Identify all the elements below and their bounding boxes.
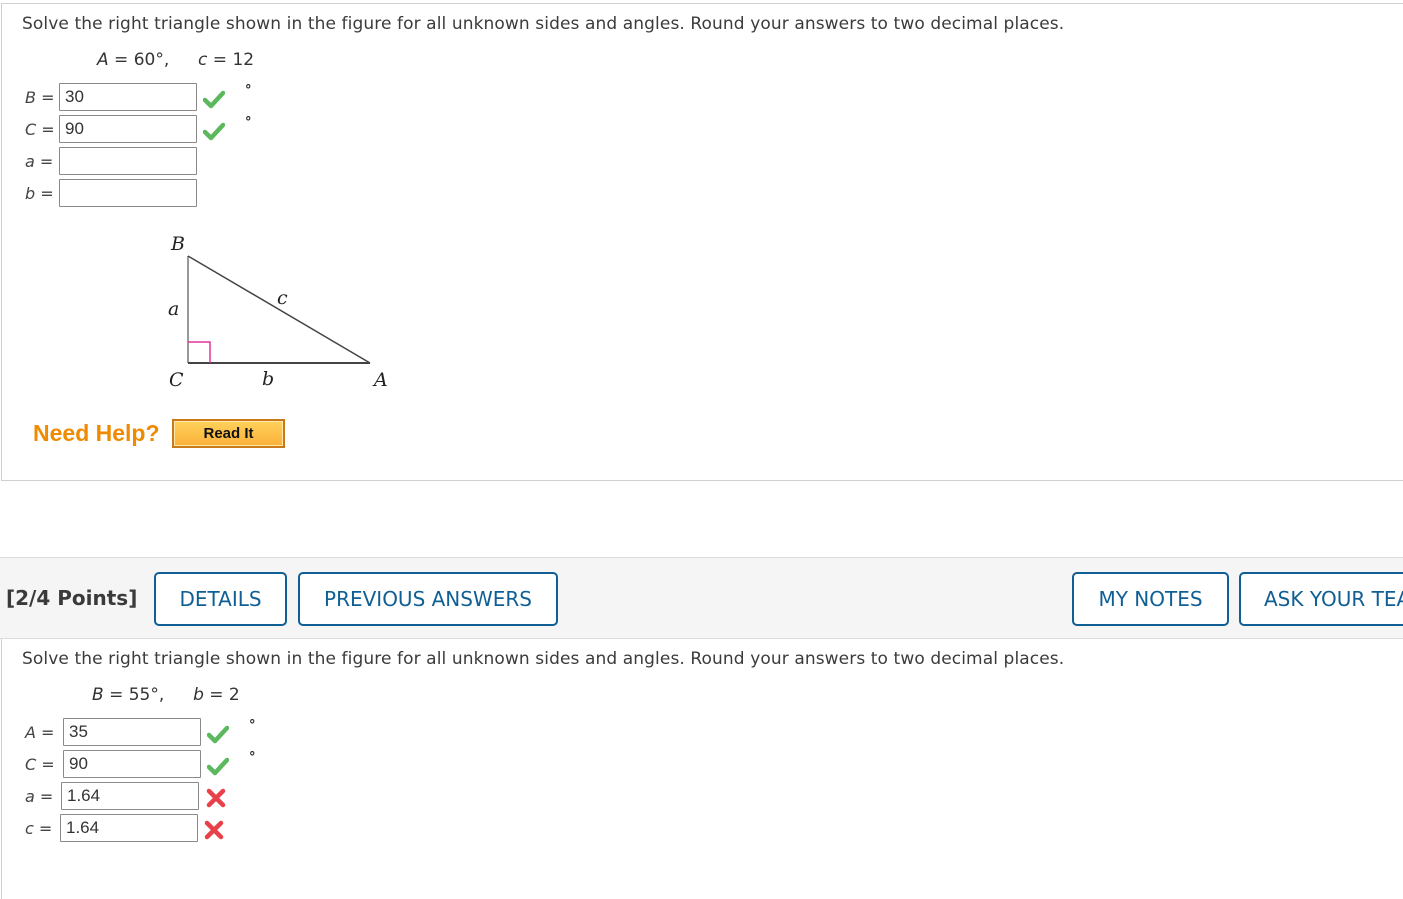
vertex-B-label: B (170, 233, 185, 255)
q1-input-b[interactable] (59, 179, 197, 207)
points-label: [2/4 Points] (6, 586, 138, 610)
q2-input-c[interactable]: 1.64 (60, 814, 198, 842)
question-1-given: A = 60°, c = 12 (97, 50, 255, 70)
vertex-A-label: A (372, 369, 388, 391)
q1-label-C: C = (25, 120, 55, 139)
q2-label-c: c = (25, 819, 53, 838)
question-2-prompt: Solve the right triangle shown in the fi… (22, 649, 1065, 669)
q2-input-A[interactable]: 35 (63, 718, 201, 746)
check-icon (207, 725, 229, 744)
degree-unit: ° (245, 115, 252, 130)
vertex-C-label: C (169, 369, 184, 391)
q2-figure-partial: B (171, 871, 186, 873)
details-button[interactable]: DETAILS (154, 572, 287, 626)
q1-label-a: a = (25, 152, 54, 171)
degree-unit: ° (249, 718, 256, 733)
x-icon (204, 820, 224, 840)
degree-unit: ° (245, 83, 252, 98)
q1-input-a[interactable] (59, 147, 197, 175)
q1-label-b: b = (25, 184, 54, 203)
side-c-line (187, 255, 371, 364)
check-icon (203, 122, 225, 141)
q2-input-C[interactable]: 90 (63, 750, 201, 778)
x-icon (206, 788, 226, 808)
right-angle-marker (188, 341, 211, 363)
side-c-label: c (277, 287, 288, 309)
q1-input-C[interactable]: 90 (59, 115, 197, 143)
previous-answers-button[interactable]: PREVIOUS ANSWERS (298, 572, 558, 626)
my-notes-button[interactable]: MY NOTES (1072, 572, 1229, 626)
q2-label-A: A = (25, 723, 55, 742)
check-icon (207, 757, 229, 776)
degree-unit: ° (249, 750, 256, 765)
read-it-button[interactable]: Read It (172, 419, 285, 448)
q2-label-C: C = (25, 755, 55, 774)
right-triangle-figure: B C A a b c (168, 233, 388, 391)
side-b-label: b (262, 368, 274, 390)
check-icon (203, 90, 225, 109)
q1-input-B[interactable]: 30 (59, 83, 197, 111)
question-2-toolbar: [2/4 Points] DETAILS PREVIOUS ANSWERS MY… (0, 557, 1403, 639)
q2-label-a: a = (25, 787, 54, 806)
q1-label-B: B = (25, 88, 55, 107)
question-1-prompt: Solve the right triangle shown in the fi… (22, 14, 1065, 34)
side-a-label: a (168, 298, 179, 320)
q2-input-a[interactable]: 1.64 (61, 782, 199, 810)
need-help-label: Need Help? (33, 420, 160, 446)
ask-your-teacher-button[interactable]: ASK YOUR TEACHER (1239, 572, 1403, 626)
question-2-given: B = 55°, b = 2 (92, 685, 240, 705)
